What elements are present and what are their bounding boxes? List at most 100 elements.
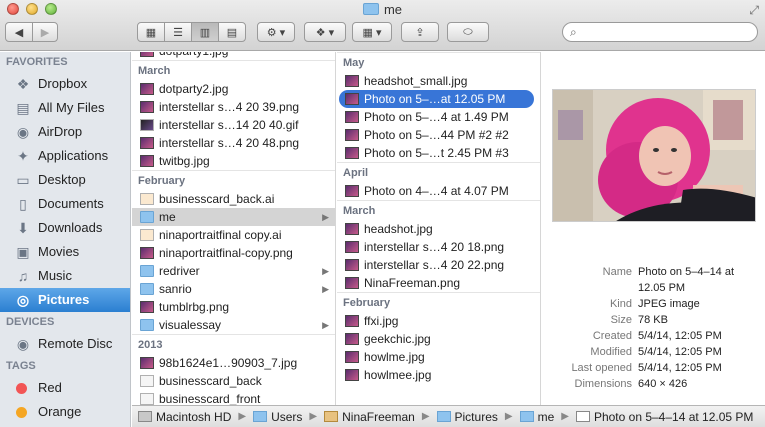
sidebar-item-music[interactable]: ♫ Music [0, 264, 130, 288]
sidebar-item-red[interactable]: Red [0, 376, 130, 400]
folder-item[interactable]: sanrio ▶ [132, 280, 335, 298]
tag-color-icon [16, 383, 27, 394]
item-name: interstellar s…4 20 22.png [364, 258, 505, 272]
file-icon [140, 119, 154, 131]
sidebar-item-all-my-files[interactable]: ▤ All My Files [0, 96, 130, 120]
file-item[interactable]: headshot_small.jpg [337, 72, 540, 90]
coverflow-view-button[interactable]: ▤ [218, 22, 246, 42]
sidebar-item-dropbox[interactable]: ❖ Dropbox [0, 72, 130, 96]
disclosure-arrow-icon: ▶ [322, 212, 329, 222]
file-item[interactable]: Photo on 5–…44 PM #2 #2 [337, 126, 540, 144]
share-button[interactable]: ⇪ [401, 22, 439, 42]
forward-button[interactable]: ▶ [32, 22, 58, 42]
back-arrow-icon: ◀ [14, 26, 24, 39]
file-item[interactable]: interstellar s…4 20 18.png [337, 238, 540, 256]
path-crumb-ninafreeman[interactable]: NinaFreeman [324, 410, 415, 424]
file-item[interactable]: interstellar s…14 20 40.gif [132, 116, 335, 134]
search-field[interactable]: ⌕ [562, 22, 758, 42]
file-item[interactable]: businesscard_front [132, 390, 335, 405]
item-name: interstellar s…4 20 39.png [159, 100, 300, 114]
sidebar-item-applications[interactable]: ✦ Applications [0, 144, 130, 168]
sidebar-item-downloads[interactable]: ⬇ Downloads [0, 216, 130, 240]
path-crumb-users[interactable]: Users [253, 410, 302, 424]
file-item[interactable]: geekchic.jpg [337, 330, 540, 348]
icon-view-button[interactable]: ▦ [137, 22, 165, 42]
sidebar-item-label: Music [38, 268, 72, 283]
file-item[interactable]: howlmee.jpg [337, 366, 540, 384]
sidebar-item-airdrop[interactable]: ◉ AirDrop [0, 120, 130, 144]
folder-item[interactable]: redriver ▶ [132, 262, 335, 280]
arrange-menu-button[interactable]: ▦ ▾ [352, 22, 392, 42]
folder-item[interactable]: me ▶ [132, 208, 335, 226]
path-crumb-label: Users [271, 409, 303, 424]
item-name: Photo on 5–…at 12.05 PM [364, 92, 506, 106]
forward-arrow-icon: ▶ [40, 26, 50, 39]
path-separator-icon: ▶ [561, 411, 569, 422]
sidebar-item-orange[interactable]: Orange [0, 400, 130, 424]
file-item[interactable]: NinaFreeman.png [337, 274, 540, 292]
file-item[interactable]: Photo on 4–…4 at 4.07 PM [337, 182, 540, 200]
fullscreen-icon[interactable]: ⤢ [749, 3, 759, 18]
file-item[interactable]: interstellar s…4 20 48.png [132, 134, 335, 152]
sidebar-item-pictures[interactable]: ◎ Pictures [0, 288, 130, 312]
edit-tags-button[interactable]: ⬭ [447, 22, 489, 42]
path-separator-icon: ▶ [421, 411, 430, 422]
documents-icon: ▯ [19, 196, 27, 212]
folder-icon [519, 411, 534, 422]
file-item[interactable]: dotparty1.jpg [132, 52, 335, 60]
sidebar-item-remote-disc[interactable]: ◉ Remote Disc [0, 332, 130, 356]
file-item[interactable]: Photo on 5–…t 2.45 PM #3 [337, 144, 540, 162]
path-crumb-photo-on-5-4-14-at-12-05-pm[interactable]: Photo on 5–4–14 at 12.05 PM [575, 410, 753, 424]
file-item[interactable]: interstellar s…4 20 39.png [132, 98, 335, 116]
file-item[interactable]: dotparty2.jpg [132, 80, 335, 98]
file-item[interactable]: twitbg.jpg [132, 152, 335, 170]
file-item[interactable]: Photo on 5–…at 12.05 PM [339, 90, 534, 108]
file-item[interactable]: headshot.jpg [337, 220, 540, 238]
file-item[interactable]: businesscard_back.ai [132, 190, 335, 208]
file-item[interactable]: ffxi.jpg [337, 312, 540, 330]
file-item[interactable]: businesscard_back [132, 372, 335, 390]
file-item[interactable]: tumblrbg.png [132, 298, 335, 316]
info-row-size: Size 78 KB [542, 312, 765, 328]
file-icon [140, 301, 154, 313]
date-group-header: May [337, 52, 540, 72]
path-bar: Macintosh HD ▶ Users ▶ NinaFreeman ▶ Pictures ▶… [132, 405, 765, 427]
all-my-files-icon: ▤ [16, 100, 30, 116]
list-view-button[interactable]: ☰ [164, 22, 192, 42]
sidebar-item-documents[interactable]: ▯ Documents [0, 192, 130, 216]
info-value: Photo on 5–4–14 at [638, 266, 735, 278]
back-button[interactable]: ◀ [5, 22, 33, 42]
file-icon [345, 147, 359, 159]
file-icon [345, 185, 359, 197]
photo-thumbnail[interactable] [552, 89, 756, 222]
file-item[interactable]: ninaportraitfinal-copy.png [132, 244, 335, 262]
action-menu-button[interactable]: ⚙ ▾ [257, 22, 295, 42]
sidebar-item-label: Pictures [38, 292, 90, 307]
airdrop-icon: ◉ [16, 124, 30, 140]
file-icon [345, 333, 359, 345]
sidebar-item-label: Movies [38, 244, 80, 259]
path-crumb-macintosh-hd[interactable]: Macintosh HD [138, 410, 231, 424]
sidebar-item-movies[interactable]: ▣ Movies [0, 240, 130, 264]
file-item[interactable]: howlme.jpg [337, 348, 540, 366]
item-name: NinaFreeman.png [364, 276, 461, 290]
dropbox-menu-button[interactable]: ❖ ▾ [304, 22, 346, 42]
path-crumb-label: NinaFreeman [342, 409, 415, 424]
info-row-last-opened: Last opened 5/4/14, 12:05 PM [542, 360, 765, 376]
path-crumb-pictures[interactable]: Pictures [436, 410, 498, 424]
column-pictures[interactable]: dotparty1.jpg March dotparty2.jpg interstel… [132, 52, 336, 405]
column-me[interactable]: May headshot_small.jpg Photo on 5–…at 12.0… [337, 52, 541, 405]
file-item[interactable]: ninaportraitfinal copy.ai [132, 226, 335, 244]
music-icon: ♫ [17, 268, 29, 284]
folder-item[interactable]: visualessay ▶ [132, 316, 335, 334]
sidebar-item-desktop[interactable]: ▭ Desktop [0, 168, 130, 192]
file-item[interactable]: 98b1624e1…90903_7.jpg [132, 354, 335, 372]
column-view-button[interactable]: ▥ [191, 22, 219, 42]
path-crumb-me[interactable]: me [519, 410, 554, 424]
item-name: redriver [159, 264, 200, 278]
sidebar-section-header: DEVICES [6, 316, 55, 328]
folder-icon [140, 283, 154, 295]
file-item[interactable]: Photo on 5–…4 at 1.49 PM [337, 108, 540, 126]
file-item[interactable]: interstellar s…4 20 22.png [337, 256, 540, 274]
item-name: Photo on 5–…4 at 1.49 PM [364, 110, 509, 124]
